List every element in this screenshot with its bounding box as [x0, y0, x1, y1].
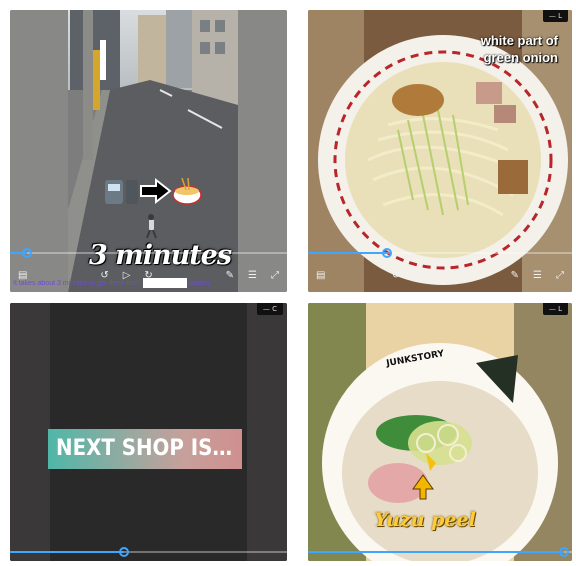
- video-panel-ramen[interactable]: JUNKSTORY — L Yuzu peel: [308, 303, 572, 561]
- caption-3-minutes: 3 minutes: [88, 240, 232, 271]
- progress-fill: [10, 551, 124, 553]
- next-icon[interactable]: ↻: [436, 271, 444, 281]
- next-shop-title: NEXT SHOP IS…: [48, 429, 242, 469]
- edit-icon[interactable]: ✎: [511, 271, 519, 281]
- window-badge: — L: [542, 10, 568, 22]
- play-icon[interactable]: ▷: [414, 271, 422, 281]
- overlay-label-yuzu: Yuzu peel: [374, 509, 476, 531]
- progress-bar[interactable]: [308, 248, 572, 258]
- label-line-2: green onion: [483, 50, 558, 65]
- progress-knob[interactable]: [21, 248, 32, 258]
- comment-icon[interactable]: ▤: [316, 271, 325, 281]
- subtitle-line: It takes about 3 minutes to get there fr…: [13, 278, 284, 290]
- subtitle-text: It takes about 3 minutes to get there fr…: [13, 280, 141, 287]
- player-controls: ▤ ↺ ▷ ↻ ✎ ☰ ⤢: [308, 268, 572, 284]
- progress-fill: [308, 551, 565, 553]
- fullscreen-icon[interactable]: ⤢: [556, 271, 564, 281]
- progress-bar[interactable]: [10, 547, 287, 557]
- window-badge: — C: [256, 303, 283, 315]
- label-line-1: white part of: [480, 33, 558, 48]
- video-panel-noodles[interactable]: white part of green onion — L ▤ ↺ ▷ ↻ ✎ …: [308, 10, 572, 292]
- progress-bar[interactable]: [308, 547, 572, 557]
- progress-knob[interactable]: [118, 547, 129, 557]
- menu-icon[interactable]: ☰: [533, 271, 542, 281]
- prev-icon[interactable]: ↺: [392, 271, 400, 281]
- progress-bar[interactable]: [10, 248, 287, 258]
- window-badge: — L: [542, 303, 568, 315]
- subtitle-tail: station.: [188, 280, 212, 287]
- progress-fill: [308, 252, 388, 254]
- subtitle-redaction: [142, 278, 187, 289]
- overlay-label-onion: white part of green onion: [438, 32, 558, 66]
- video-panel-street[interactable]: 3 minutes ▤ ↺ ▷ ↻ ✎ ☰ ⤢: [10, 10, 287, 292]
- video-panel-next-shop[interactable]: — C NEXT SHOP IS…: [10, 303, 287, 561]
